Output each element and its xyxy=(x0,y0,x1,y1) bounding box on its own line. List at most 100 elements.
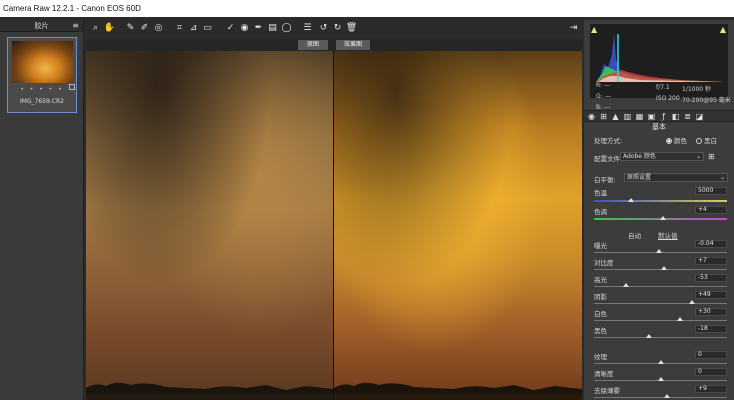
chevron-down-icon: ⌄ xyxy=(719,174,725,181)
dehaze-label: 去除薄雾 xyxy=(594,387,620,395)
preferences-icon[interactable]: ☰ xyxy=(301,22,314,35)
before-preview[interactable] xyxy=(86,51,333,400)
readout-g: G: --- xyxy=(596,93,612,100)
temp-value[interactable]: 5000 xyxy=(695,187,727,195)
default-button[interactable]: 默认值 xyxy=(658,230,678,240)
graduated-filter-icon[interactable]: ▤ xyxy=(266,22,279,35)
chevron-down-icon: ⌄ xyxy=(695,153,701,160)
tint-slider-thumb[interactable] xyxy=(660,216,667,220)
histogram-graph xyxy=(596,34,724,82)
shadows-slider-thumb[interactable] xyxy=(689,300,696,304)
toolbar: ⌕ ✋ ✎ ✐ ◎ ⌗ ⊿ ▭ ✓ ◉ ✒ ▤ ◯ ☰ ↺ ↻ 🗑 ⇥ xyxy=(86,20,582,38)
radial-filter-icon[interactable]: ◯ xyxy=(280,22,293,35)
calibration-tab-icon[interactable]: ◧ xyxy=(671,112,680,121)
bw-radio-label: 黑白 xyxy=(704,137,717,145)
wb-dropdown[interactable]: 原照设置 ⌄ xyxy=(624,173,728,182)
filmstrip-panel: 胶片 ≡ • • • • • IMG_7659.CR2 xyxy=(0,20,84,400)
hand-icon[interactable]: ✋ xyxy=(103,22,116,35)
temp-slider-thumb[interactable] xyxy=(628,198,635,202)
highlights-label: 高光 xyxy=(594,276,607,284)
whites-track[interactable] xyxy=(594,320,727,321)
whites-slider-thumb[interactable] xyxy=(677,317,684,321)
treatment-color-option[interactable]: 颜色 xyxy=(666,135,687,145)
detail-tab-icon[interactable]: ▲ xyxy=(611,112,620,121)
clarity-slider-thumb[interactable] xyxy=(657,377,664,381)
rating-stars[interactable]: • • • • • xyxy=(8,86,76,93)
lens-tab-icon[interactable]: ▣ xyxy=(647,112,656,121)
white-balance-icon[interactable]: ✎ xyxy=(124,22,137,35)
blacks-label: 黑色 xyxy=(594,327,607,335)
snapshots-tab-icon[interactable]: ◪ xyxy=(695,112,704,121)
presets-tab-icon[interactable]: ≣ xyxy=(683,112,692,121)
color-radio[interactable] xyxy=(666,138,672,144)
treatment-row: 处理方式: xyxy=(594,135,622,145)
profile-dropdown[interactable]: Adobe 颜色 ⌄ xyxy=(620,152,704,161)
whites-value[interactable]: +30 xyxy=(695,308,727,316)
split-toning-tab-icon[interactable]: ▦ xyxy=(635,112,644,121)
thumbnail-image[interactable] xyxy=(12,41,73,83)
red-eye-icon[interactable]: ◉ xyxy=(238,22,251,35)
color-sampler-icon[interactable]: ✐ xyxy=(138,22,151,35)
trash-icon[interactable]: 🗑 xyxy=(345,22,358,35)
highlights-track[interactable] xyxy=(594,286,727,287)
bw-radio[interactable] xyxy=(696,138,702,144)
blacks-slider-thumb[interactable] xyxy=(645,334,652,338)
effects-tab-icon[interactable]: ƒ xyxy=(659,112,668,121)
window-title: Camera Raw 12.2.1 - Canon EOS 60D xyxy=(0,0,734,17)
highlights-value[interactable]: -53 xyxy=(695,274,727,282)
transform-icon[interactable]: ▭ xyxy=(201,22,214,35)
rotate-left-icon[interactable]: ↺ xyxy=(317,22,330,35)
menu-icon[interactable]: ≡ xyxy=(72,20,79,32)
filmstrip-thumbnail[interactable]: • • • • • IMG_7659.CR2 xyxy=(7,37,77,113)
blacks-value[interactable]: -18 xyxy=(695,325,727,333)
lens-value: 70-200@95 毫米 xyxy=(682,97,731,104)
shadows-value[interactable]: +49 xyxy=(695,291,727,299)
profile-value: Adobe 颜色 xyxy=(623,153,656,160)
spot-removal-icon[interactable]: ✓ xyxy=(224,22,237,35)
readout-r: R: --- xyxy=(596,82,611,89)
targeted-adjust-icon[interactable]: ◎ xyxy=(152,22,165,35)
filmstrip-title: 胶片 xyxy=(34,22,49,30)
treatment-label: 处理方式: xyxy=(594,137,623,145)
view-labels: 原图 效果图 xyxy=(86,39,582,51)
aperture-value: f/7.1 xyxy=(656,84,670,91)
fullscreen-icon[interactable]: ⇥ xyxy=(567,22,580,35)
straighten-icon[interactable]: ⊿ xyxy=(187,22,200,35)
tint-value[interactable]: +4 xyxy=(695,206,727,214)
dehaze-value[interactable]: +9 xyxy=(695,385,727,393)
profile-browser-icon[interactable]: ⊞ xyxy=(708,152,718,161)
treatment-bw-option[interactable]: 黑白 xyxy=(696,135,717,145)
wb-label: 白平衡: xyxy=(594,176,616,184)
shadows-track[interactable] xyxy=(594,303,727,304)
shadows-label: 阴影 xyxy=(594,293,607,301)
contrast-label: 对比度 xyxy=(594,259,614,267)
blacks-track[interactable] xyxy=(594,337,727,338)
after-preview[interactable] xyxy=(334,51,582,400)
texture-slider-thumb[interactable] xyxy=(657,360,664,364)
basic-tab-icon[interactable]: ◉ xyxy=(587,112,596,121)
dehaze-track[interactable] xyxy=(594,397,727,398)
rotate-right-icon[interactable]: ↻ xyxy=(331,22,344,35)
temp-label: 色温 xyxy=(594,189,607,197)
auto-button[interactable]: 自动 xyxy=(628,230,641,240)
texture-value[interactable]: 0 xyxy=(695,351,727,359)
clarity-label: 清晰度 xyxy=(594,370,614,378)
highlights-slider-thumb[interactable] xyxy=(622,283,629,287)
contrast-slider-thumb[interactable] xyxy=(661,266,668,270)
treeline-silhouette xyxy=(334,382,582,400)
dehaze-slider-thumb[interactable] xyxy=(664,394,671,398)
adjustment-panel: ▲ ▲ R: --- G: --- B: --- f/7.1 1/1000 秒 … xyxy=(584,20,734,400)
hsl-tab-icon[interactable]: ▥ xyxy=(623,112,632,121)
adjustment-brush-icon[interactable]: ✒ xyxy=(252,22,265,35)
clarity-value[interactable]: 0 xyxy=(695,368,727,376)
zoom-icon[interactable]: ⌕ xyxy=(89,22,102,35)
color-radio-label: 颜色 xyxy=(674,137,687,145)
after-label: 效果图 xyxy=(336,40,370,50)
tone-curve-tab-icon[interactable]: ⊞ xyxy=(599,112,608,121)
exposure-value[interactable]: -0.04 xyxy=(695,240,727,248)
exposure-slider-thumb[interactable] xyxy=(656,249,663,253)
contrast-value[interactable]: +7 xyxy=(695,257,727,265)
tint-label: 色调 xyxy=(594,208,607,216)
temp-track[interactable] xyxy=(594,200,727,202)
crop-icon[interactable]: ⌗ xyxy=(173,22,186,35)
